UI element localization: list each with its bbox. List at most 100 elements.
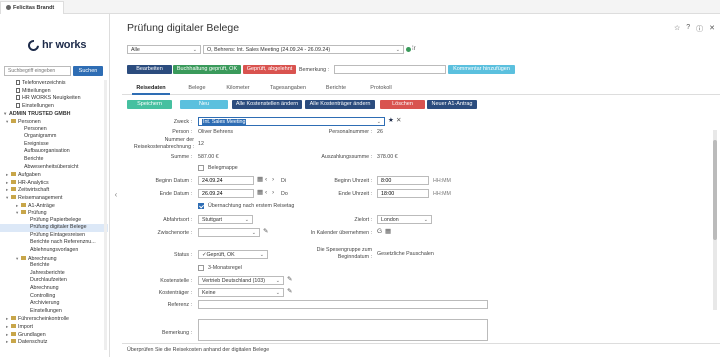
sidebar-item[interactable]: Berichte: [0, 262, 108, 270]
sidebar-item[interactable]: Jahresberichte: [0, 270, 108, 278]
reject-button[interactable]: Geprüft, abgelehnt: [243, 65, 296, 74]
sidebar-item[interactable]: ▾ Prüfung: [0, 209, 108, 217]
sidebar-item[interactable]: Controlling: [0, 293, 108, 301]
tab-kilometer[interactable]: Kilometer: [221, 82, 255, 95]
approve-button[interactable]: Buchhaltung geprüft, OK: [173, 65, 241, 74]
beginn-uhrzeit-label: Beginn Uhrzeit :: [334, 178, 372, 184]
new-button[interactable]: Neu: [180, 100, 228, 109]
sidebar-item[interactable]: Berichte nach Referenznu...: [0, 239, 108, 247]
remark-input[interactable]: [334, 65, 446, 74]
sidebar-item[interactable]: ▸ Führerscheinkontrolle: [0, 315, 108, 323]
status-select[interactable]: ✓Geprüft, OK ⌄: [198, 250, 268, 259]
sidebar-item[interactable]: Telefonverzeichnis: [0, 80, 108, 88]
tab-protokoll[interactable]: Protokoll: [365, 82, 397, 95]
chevron-right-icon[interactable]: ›: [272, 189, 274, 197]
sidebar-item[interactable]: ▸ Grundlagen: [0, 331, 108, 339]
zweck-select[interactable]: Int. Sales Meeting ⌄: [198, 117, 385, 126]
star-icon[interactable]: ☆: [674, 24, 680, 34]
belegmappe-checkbox[interactable]: [198, 165, 204, 171]
sidebar-item[interactable]: Berichte: [0, 156, 108, 164]
beginn-uhrzeit-input[interactable]: [377, 176, 429, 185]
chevron-right-icon[interactable]: ›: [272, 176, 274, 184]
pencil-icon[interactable]: ✎: [263, 228, 268, 236]
sidebar-item[interactable]: ▸ Aufgaben: [0, 171, 108, 179]
close-icon[interactable]: ✕: [709, 24, 715, 34]
beginn-datum-input[interactable]: [198, 176, 254, 185]
sidebar-item-label: Prüfung digitaler Belege: [30, 224, 87, 231]
zwischenorte-select[interactable]: ⌄: [198, 228, 260, 237]
star-filled-icon[interactable]: ★: [388, 117, 394, 125]
sidebar-item[interactable]: HR WORKS Neuigkeiten: [0, 95, 108, 103]
sidebar-item[interactable]: ▾ ADMIN TRUSTED GMBH: [0, 110, 108, 118]
referenz-input[interactable]: [198, 300, 488, 309]
tab-reisedaten[interactable]: Reisedaten: [132, 82, 170, 95]
sidebar-item[interactable]: Einstellungen: [0, 102, 108, 111]
pencil-icon[interactable]: ✎: [287, 276, 292, 284]
kostenstelle-select[interactable]: Vertrieb Deutschland (103) ⌄: [198, 276, 284, 285]
sidebar-search-button[interactable]: Suchen: [73, 66, 103, 76]
sidebar-item[interactable]: ▸ HR-Analytics: [0, 179, 108, 187]
calendar-export-icon[interactable]: ▦: [385, 228, 391, 236]
tab-belege[interactable]: Belege: [182, 82, 212, 95]
tab-berichte[interactable]: Berichte: [321, 82, 351, 95]
sidebar-item[interactable]: ▾ Reisemanagement: [0, 194, 108, 202]
sidebar-item[interactable]: Prüfung Eintagesreisen: [0, 232, 108, 240]
sidebar-item[interactable]: Ablehnungsvorlagen: [0, 247, 108, 255]
filter-all-select[interactable]: Alle ⌄: [127, 45, 201, 54]
edit-button[interactable]: Bearbeiten: [127, 65, 172, 74]
sidebar-item[interactable]: ▸ Import: [0, 323, 108, 331]
bemerkung-textarea[interactable]: [198, 319, 488, 341]
sidebar-item-label: Aufgaben: [18, 172, 41, 179]
abfahrtsort-select[interactable]: Stuttgart ⌄: [198, 215, 253, 224]
chevron-left-icon[interactable]: ‹: [265, 176, 267, 184]
google-calendar-icon[interactable]: G: [377, 228, 382, 236]
calendar-icon[interactable]: ▦: [257, 189, 263, 197]
sidebar-collapse-chevron-icon[interactable]: ‹: [110, 190, 122, 204]
sidebar-item[interactable]: Personen: [0, 126, 108, 134]
clear-icon[interactable]: ✕: [396, 117, 401, 125]
uebernachtung-checkbox[interactable]: [198, 203, 204, 209]
sidebar-scrollbar[interactable]: [104, 80, 107, 350]
change-all-cost-bearers-button[interactable]: Alle Kostenträger ändern: [305, 100, 375, 109]
sidebar-item-label: A1-Anträge: [28, 202, 55, 209]
add-comment-button[interactable]: Kommentar hinzufügen: [448, 65, 515, 74]
sidebar-item[interactable]: ▸ Datenschutz: [0, 338, 108, 346]
new-a1-button[interactable]: Neuer A1-Antrag: [427, 100, 477, 109]
sidebar-search-input[interactable]: [4, 66, 71, 76]
info-icon[interactable]: ⓘ: [696, 24, 703, 34]
scrollbar-thumb[interactable]: [713, 140, 717, 240]
pencil-icon[interactable]: ✎: [287, 288, 292, 296]
sidebar-item[interactable]: Abrechnung: [0, 285, 108, 293]
sidebar-item[interactable]: Durchlaufzeiten: [0, 277, 108, 285]
ende-datum-input[interactable]: [198, 189, 254, 198]
ende-uhrzeit-input[interactable]: [377, 189, 429, 198]
tab-tagesangaben[interactable]: Tagesangaben: [265, 82, 311, 95]
zielort-select[interactable]: London ⌄: [377, 215, 432, 224]
sidebar-item[interactable]: ▸ A1-Anträge: [0, 202, 108, 210]
trip-select[interactable]: O, Behrens: Int. Sales Meeting (24.09.24…: [203, 45, 404, 54]
sidebar-item[interactable]: Ereignisse: [0, 141, 108, 149]
help-icon[interactable]: ?: [686, 24, 690, 34]
chevron-left-icon[interactable]: ‹: [265, 189, 267, 197]
delete-button[interactable]: Löschen: [380, 100, 425, 109]
sidebar-item[interactable]: Organigramm: [0, 133, 108, 141]
monatsregel-checkbox[interactable]: [198, 265, 204, 271]
change-all-cost-centers-button[interactable]: Alle Kostenstellen ändern: [232, 100, 302, 109]
sidebar-item[interactable]: Abwesenheitsübersicht: [0, 164, 108, 172]
browser-tabbar: Felicitas Brandt: [0, 0, 720, 14]
sidebar-item[interactable]: Aufbauorganisation: [0, 148, 108, 156]
form-scrollbar[interactable]: [713, 130, 717, 310]
sidebar-item[interactable]: Einstellungen: [0, 308, 108, 316]
edit-small-icon[interactable]: ⁞r: [412, 45, 416, 53]
user-tab[interactable]: Felicitas Brandt: [0, 1, 64, 14]
sidebar-item[interactable]: ▸ Zeitwirtschaft: [0, 186, 108, 194]
sidebar-item[interactable]: Prüfung digitaler Belege: [0, 224, 108, 232]
kostentraeger-select[interactable]: Keine ⌄: [198, 288, 284, 297]
sidebar-item[interactable]: Mitteilungen: [0, 87, 108, 96]
save-button[interactable]: Speichern: [127, 100, 172, 109]
sidebar-item[interactable]: ▾ Abrechnung: [0, 255, 108, 263]
sidebar-item[interactable]: Archivierung: [0, 300, 108, 308]
sidebar-item[interactable]: ▾ Personen: [0, 118, 108, 126]
sidebar-item[interactable]: Prüfung Papierbelege: [0, 217, 108, 225]
calendar-icon[interactable]: ▦: [257, 176, 263, 184]
